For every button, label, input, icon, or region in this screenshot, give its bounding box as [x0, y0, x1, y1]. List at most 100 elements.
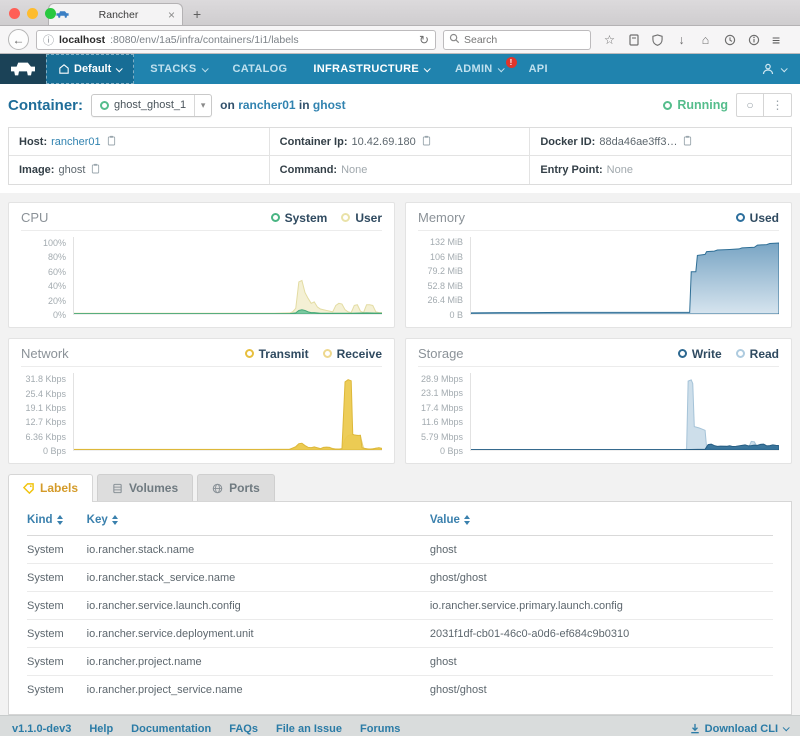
new-tab-button[interactable]: +: [193, 6, 201, 25]
column-header-key[interactable]: Key: [87, 514, 430, 526]
legend-item-used[interactable]: Used: [736, 211, 779, 225]
chart-title: Memory: [418, 210, 465, 225]
storage-plot-area: [470, 373, 779, 451]
footer-link-documentation[interactable]: Documentation: [131, 723, 211, 735]
y-tick-label: 26.4 MiB: [427, 295, 463, 305]
footer-link-faqs[interactable]: FAQs: [229, 723, 258, 735]
tab-close-icon[interactable]: ×: [168, 9, 175, 21]
more-actions-button[interactable]: ⋮: [764, 93, 792, 117]
chart-area-svg: [471, 373, 779, 450]
environment-menu[interactable]: Default: [46, 54, 134, 84]
copy-clipboard-icon[interactable]: [107, 135, 116, 149]
info-docker-cell: Docker ID: 88da46ae3ff3…: [530, 128, 791, 156]
table-row: Systemio.rancher.service.launch.configio…: [27, 592, 773, 620]
legend-item-user[interactable]: User: [341, 211, 382, 225]
nav-api[interactable]: API: [529, 63, 548, 75]
download-cli-button[interactable]: Download CLI: [690, 723, 788, 735]
url-host: localhost: [59, 34, 105, 46]
legend-item-write[interactable]: Write: [678, 347, 722, 361]
y-axis-labels: 132 MiB106 MiB79.2 MiB52.8 MiB26.4 MiB0 …: [418, 237, 470, 315]
nav-infrastructure[interactable]: INFRASTRUCTURE: [313, 63, 429, 75]
info-icon[interactable]: [746, 32, 761, 47]
rancher-logo[interactable]: [0, 54, 46, 84]
shield-icon[interactable]: [650, 32, 665, 47]
container-select[interactable]: ghost_ghost_1 ▾: [91, 94, 212, 117]
chevron-down-icon: [116, 65, 123, 72]
table-row: Systemio.rancher.stack.nameghost: [27, 536, 773, 564]
close-window-button[interactable]: [9, 8, 20, 19]
copy-clipboard-icon[interactable]: [683, 135, 692, 149]
image-label: Image:: [19, 164, 54, 176]
kind-cell: System: [27, 572, 87, 584]
tab-labels-text: Labels: [40, 481, 78, 495]
y-axis-labels: 100%80%60%40%20%0%: [21, 237, 73, 315]
menu-icon[interactable]: ≡: [772, 32, 780, 48]
chart-legend: System User: [271, 211, 382, 225]
container-state-ring-icon: [100, 101, 109, 110]
reload-icon[interactable]: ↻: [419, 33, 429, 47]
key-cell: io.rancher.stack_service.name: [87, 572, 430, 584]
user-menu[interactable]: [762, 54, 800, 84]
nav-admin[interactable]: ADMIN !: [455, 63, 503, 75]
version-link[interactable]: v1.1.0-dev3: [12, 723, 71, 735]
kind-header-text: Kind: [27, 514, 53, 526]
toolbar-icons: ☆ ↓ ⌂: [602, 32, 761, 47]
download-icon[interactable]: ↓: [674, 32, 689, 47]
container-select-value: ghost_ghost_1: [114, 99, 186, 111]
host-link[interactable]: rancher01: [238, 98, 295, 112]
column-header-value[interactable]: Value: [430, 514, 773, 526]
search-input[interactable]: [464, 34, 585, 46]
tab-volumes[interactable]: Volumes: [97, 474, 193, 501]
copy-clipboard-icon[interactable]: [422, 135, 431, 149]
stack-link[interactable]: ghost: [313, 98, 346, 112]
nav-stacks[interactable]: STACKS: [150, 63, 206, 75]
admin-alert-badge: !: [506, 57, 517, 68]
y-tick-label: 20%: [48, 296, 66, 306]
window-controls[interactable]: [9, 8, 56, 19]
footer-link-help[interactable]: Help: [89, 723, 113, 735]
copy-clipboard-icon[interactable]: [91, 163, 100, 177]
legend-item-system[interactable]: System: [271, 211, 328, 225]
y-tick-label: 12.7 Kbps: [25, 417, 66, 427]
restart-button[interactable]: ○: [736, 93, 764, 117]
column-header-kind[interactable]: Kind: [27, 514, 87, 526]
image-value: ghost: [58, 164, 85, 176]
y-tick-label: 106 MiB: [430, 252, 463, 262]
host-value-link[interactable]: rancher01: [51, 136, 101, 148]
y-tick-label: 6.36 Kbps: [25, 432, 66, 442]
page-header-section: Container: ghost_ghost_1 ▾ on rancher01 …: [0, 84, 800, 193]
legend-label: Write: [692, 347, 722, 361]
tab-ports[interactable]: Ports: [197, 474, 275, 501]
labels-panel: Kind Key Value Systemio.rancher.stack.na…: [8, 501, 792, 715]
bookmark-star-icon[interactable]: ☆: [602, 32, 617, 47]
key-header-text: Key: [87, 514, 108, 526]
pocket-icon[interactable]: [626, 32, 641, 47]
back-icon[interactable]: ←: [8, 29, 29, 50]
nav-catalog[interactable]: CATALOG: [233, 63, 288, 75]
nav-links: STACKS CATALOG INFRASTRUCTURE ADMIN ! AP…: [134, 54, 548, 84]
browser-tab[interactable]: Rancher ×: [48, 3, 183, 25]
footer-link-forums[interactable]: Forums: [360, 723, 400, 735]
home-icon[interactable]: ⌂: [698, 32, 713, 47]
site-info-icon[interactable]: ⓘ: [43, 32, 54, 48]
key-cell: io.rancher.project.name: [87, 656, 430, 668]
kind-cell: System: [27, 544, 87, 556]
history-icon[interactable]: [722, 32, 737, 47]
legend-item-read[interactable]: Read: [736, 347, 779, 361]
environment-label: Default: [74, 63, 111, 75]
tab-title: Rancher: [75, 9, 162, 21]
zoom-window-button[interactable]: [45, 8, 56, 19]
page-body-section: CPU SystemUser 100%80%60%40%20%0% Memory…: [0, 193, 800, 736]
minimize-window-button[interactable]: [27, 8, 38, 19]
y-tick-label: 0 B: [449, 310, 463, 320]
legend-item-receive[interactable]: Receive: [323, 347, 382, 361]
tab-labels[interactable]: Labels: [8, 474, 93, 501]
footer-link-file-an-issue[interactable]: File an Issue: [276, 723, 342, 735]
chevron-down-icon: [424, 65, 431, 72]
chart-title: Network: [21, 346, 69, 361]
info-command-cell: Command: None: [270, 156, 531, 184]
url-bar[interactable]: ⓘ localhost :8080/env/1a5/infra/containe…: [36, 30, 436, 50]
legend-item-transmit[interactable]: Transmit: [245, 347, 309, 361]
series-used: [471, 243, 779, 314]
search-field[interactable]: [443, 30, 591, 50]
